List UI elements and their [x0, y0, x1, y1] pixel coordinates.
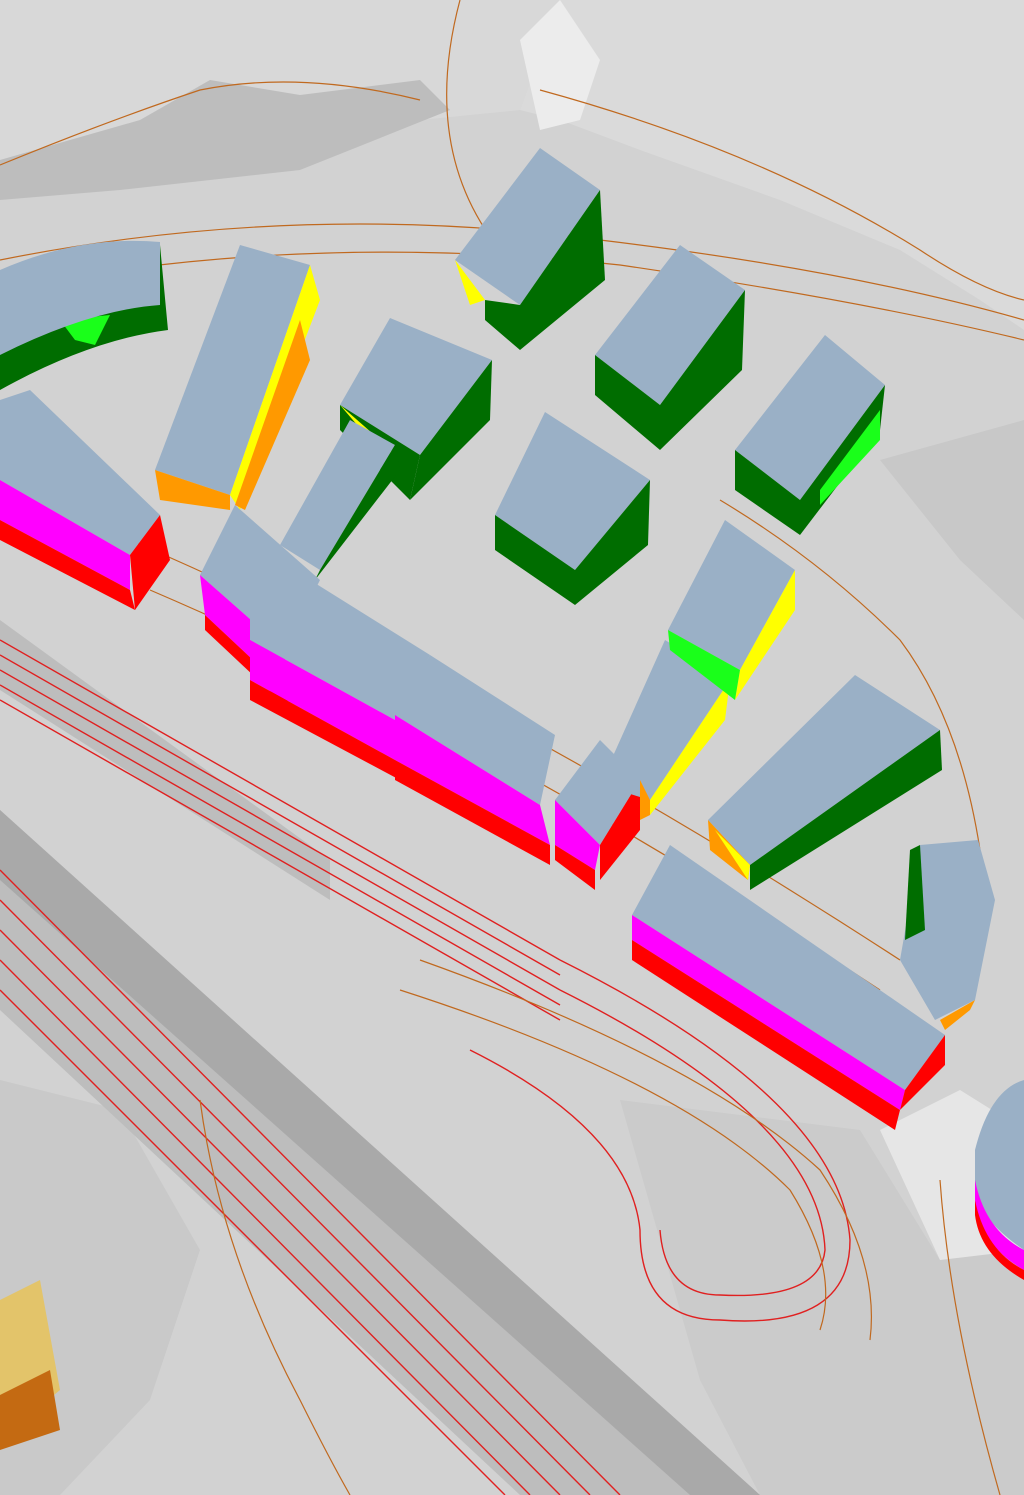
map-3d-view[interactable] — [0, 0, 1024, 1495]
